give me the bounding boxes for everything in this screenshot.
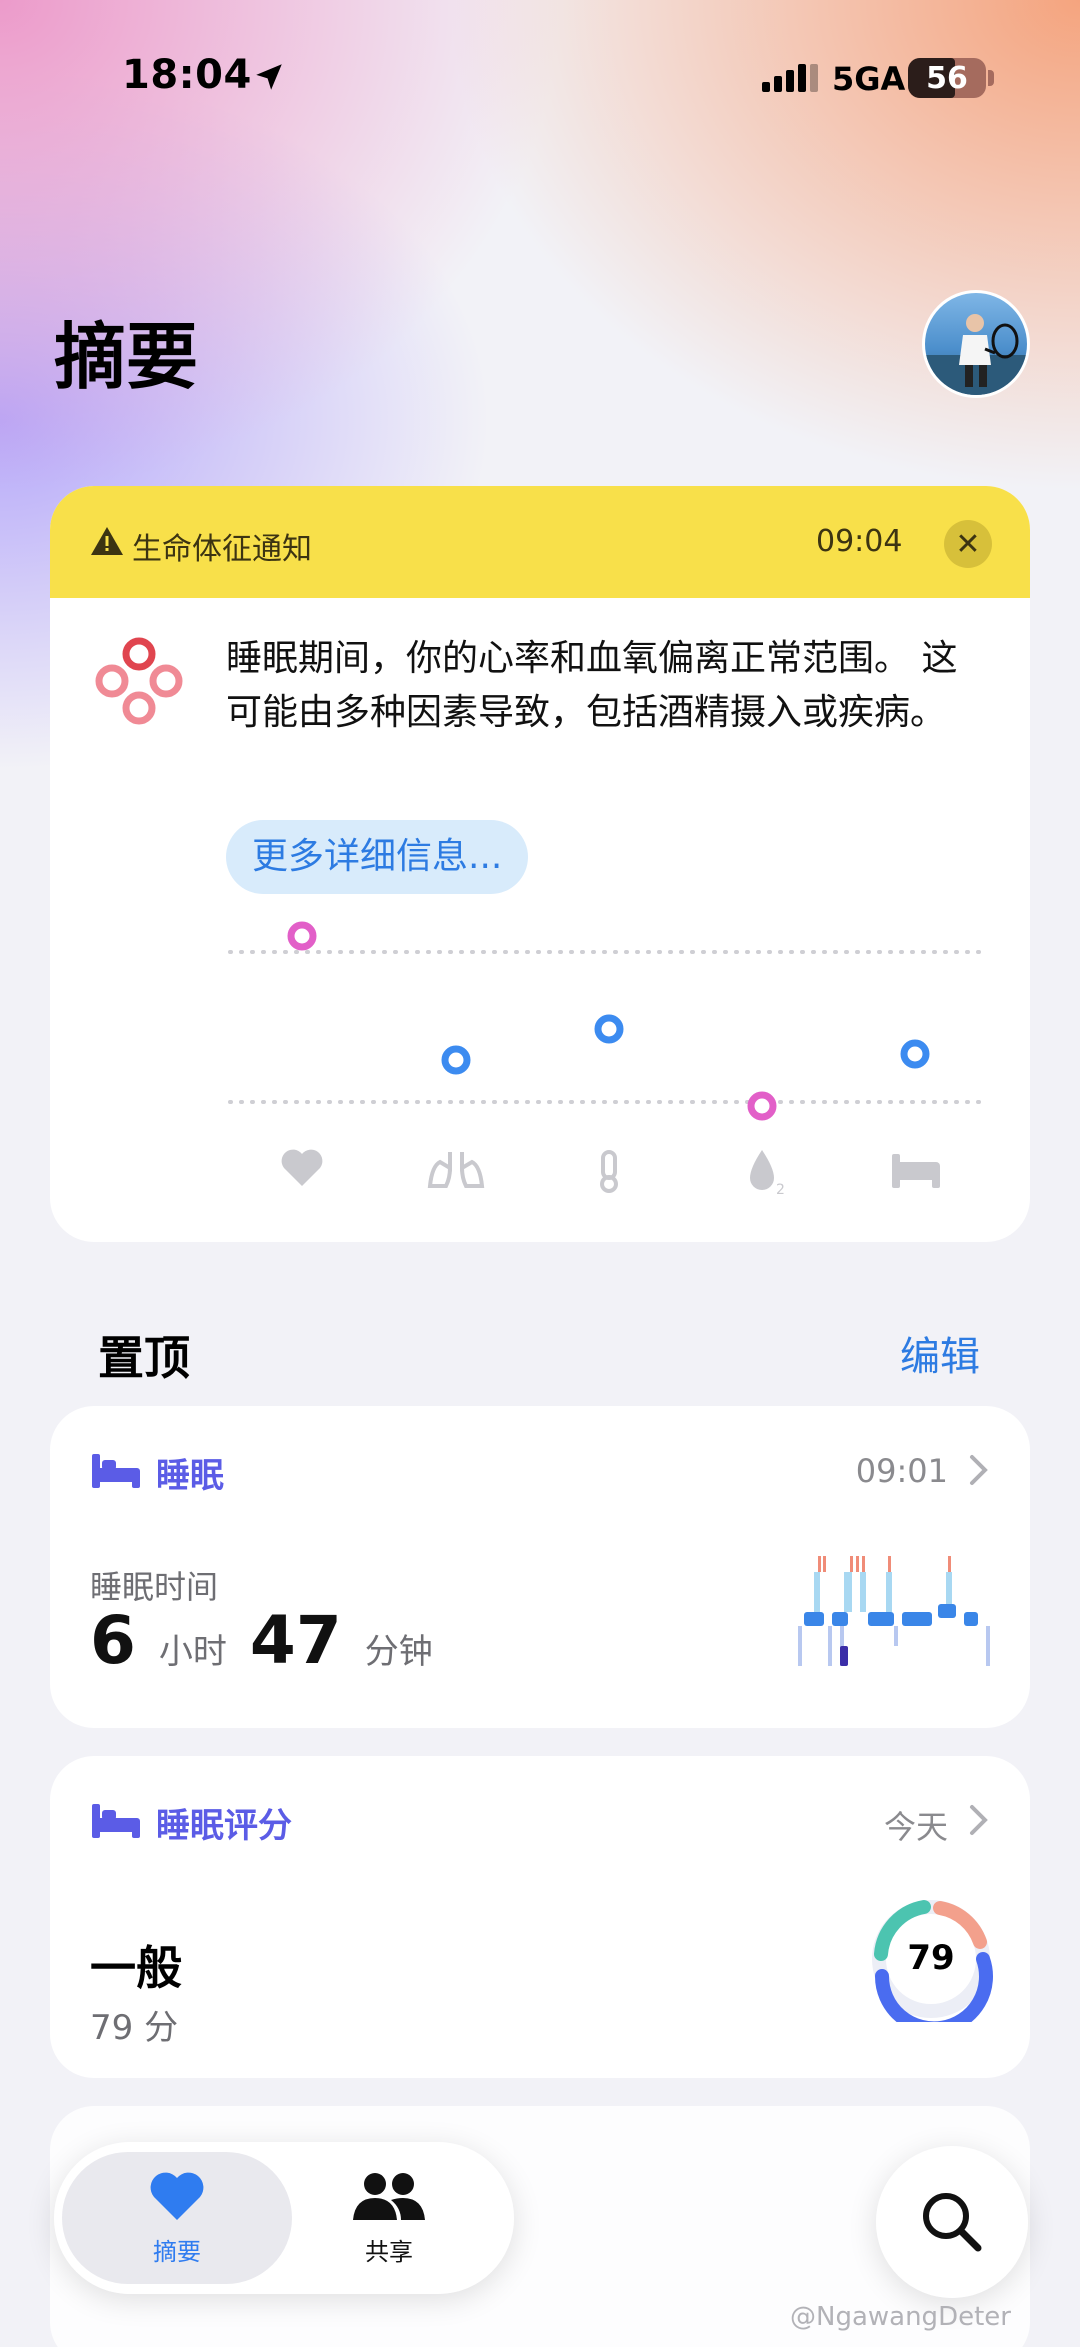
heart-rate-marker — [287, 921, 317, 951]
bed-icon — [92, 1804, 140, 1838]
sleep-hours: 6 — [90, 1602, 136, 1679]
respiratory-marker — [441, 1045, 471, 1075]
sleep-score-date: 今天 — [883, 1808, 948, 1846]
more-details-button[interactable]: 更多详细信息... — [226, 820, 529, 894]
temperature-marker — [594, 1014, 624, 1044]
notification-label: 生命体征通知 — [132, 532, 312, 567]
notification-message: 睡眠期间，你的心率和血氧偏离正常范围。 这可能由多种因素导致，包括酒精摄入或疾病… — [226, 638, 958, 733]
sleep-card[interactable]: 睡眠 09:01 睡眠时间 6 小时 47 分钟 — [50, 1406, 1030, 1728]
bed-icon — [92, 1454, 140, 1488]
location-arrow-icon — [256, 64, 282, 90]
network-type: 5GA — [832, 60, 906, 98]
tab-summary[interactable]: 摘要 — [102, 2170, 252, 2267]
sleep-score-points: 79 分 — [90, 2008, 179, 2048]
battery-tip — [988, 70, 994, 86]
tab-sharing[interactable]: 共享 — [314, 2170, 464, 2267]
sleep-score-level: 一般 — [90, 1941, 182, 1995]
sleep-duration: 6 小时 47 分钟 — [90, 1602, 433, 1679]
blood-oxygen-icon: 2 — [750, 1150, 785, 1198]
vitals-notification-card[interactable]: 生命体征通知 09:04 ✕ 睡眠期间，你的心率和血氧偏离正常范围。 这可能由多… — [50, 486, 1030, 1242]
people-icon — [353, 2173, 425, 2220]
notification-time: 09:04 — [816, 524, 903, 559]
sleep-duration-marker — [900, 1039, 930, 1069]
close-icon: ✕ — [955, 526, 981, 562]
notification-header: 生命体征通知 09:04 ✕ — [50, 486, 1030, 598]
sleep-minutes-unit: 分钟 — [364, 1632, 433, 1672]
sleep-score-card-label: 睡眠评分 — [156, 1806, 292, 1846]
status-time: 18:04 — [122, 52, 252, 98]
chevron-right-icon — [970, 1455, 988, 1485]
vitals-app-icon — [95, 637, 183, 725]
battery-indicator: 56 — [908, 58, 986, 98]
warning-icon — [91, 527, 123, 555]
sleep-score-value: 79 — [907, 1938, 955, 1978]
page-title: 摘要 — [54, 315, 199, 399]
sleep-minutes: 47 — [249, 1602, 342, 1679]
sleep-stages-mini-chart — [798, 1556, 990, 1666]
sleep-score-ring: 79 — [868, 1896, 994, 2036]
profile-avatar[interactable] — [922, 290, 1030, 398]
bed-icon — [892, 1154, 940, 1188]
close-button[interactable]: ✕ — [944, 520, 992, 568]
avatar-photo — [925, 314, 1027, 395]
chevron-right-icon — [970, 1805, 988, 1835]
sleep-card-label: 睡眠 — [156, 1456, 224, 1496]
blood-oxygen-marker — [747, 1091, 777, 1121]
lungs-icon — [427, 1152, 485, 1188]
search-icon — [923, 2193, 982, 2252]
search-button[interactable] — [876, 2146, 1028, 2298]
edit-button[interactable]: 编辑 — [900, 1324, 980, 1382]
sleep-score-card[interactable]: 睡眠评分 今天 一般 79 分 79 — [50, 1756, 1030, 2078]
pinned-section-title: 置顶 — [98, 1331, 190, 1385]
thermometer-icon — [600, 1150, 618, 1193]
heart-icon — [150, 2172, 204, 2220]
heart-icon — [281, 1149, 323, 1186]
svg-text:2: 2 — [776, 1182, 785, 1198]
tab-summary-label: 摘要 — [153, 2238, 201, 2266]
vitals-range-chart: 2 — [228, 921, 990, 1198]
sleep-hours-unit: 小时 — [158, 1632, 227, 1672]
battery-level: 56 — [926, 60, 968, 96]
sleep-card-time: 09:01 — [855, 1452, 948, 1490]
watermark-text: @NgawangDeter — [790, 2302, 1011, 2332]
cellular-signal-icon — [762, 64, 818, 92]
tab-sharing-label: 共享 — [365, 2238, 413, 2266]
tab-bar: 摘要 共享 — [54, 2142, 514, 2294]
